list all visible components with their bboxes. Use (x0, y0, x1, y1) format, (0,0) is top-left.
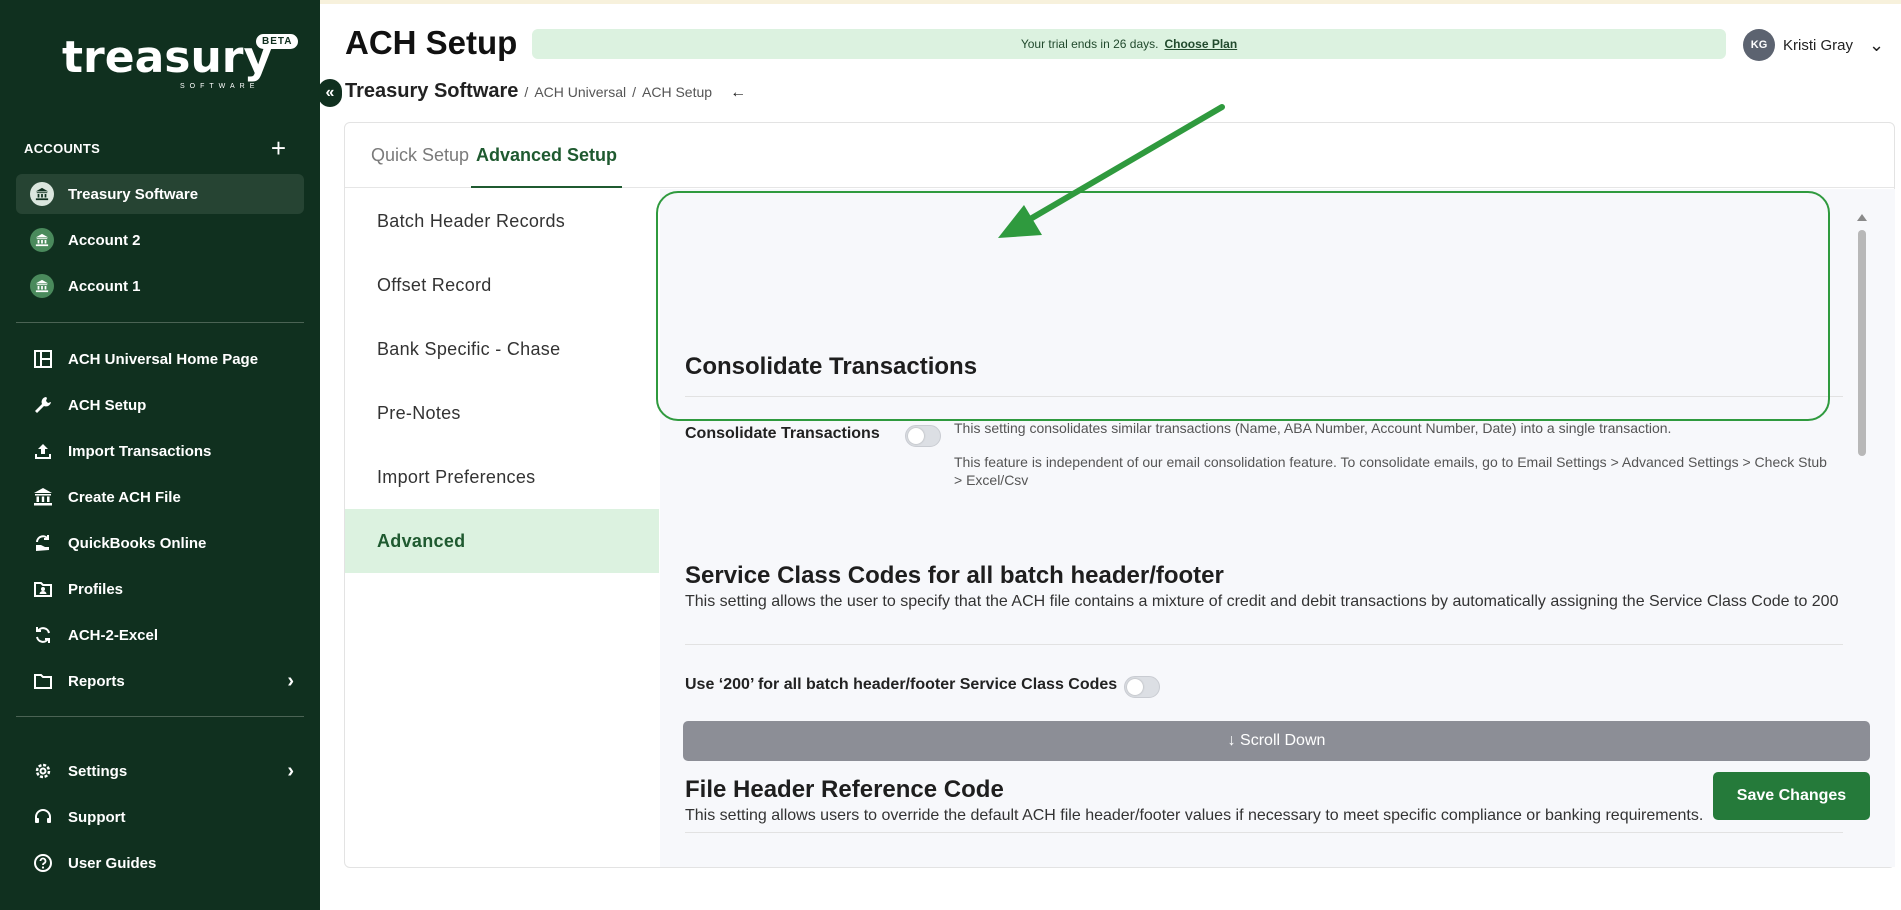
service-class-title: Service Class Codes for all batch header… (685, 562, 1224, 589)
nav-item-support[interactable]: Support (32, 802, 294, 832)
account-label: Account 2 (68, 231, 141, 249)
annotation-arrow-icon (998, 104, 1225, 238)
nav-label: ACH Universal Home Page (68, 350, 259, 368)
advanced-subnav: Batch Header Records Offset Record Bank … (345, 189, 659, 573)
nav-label: Profiles (68, 580, 124, 598)
nav-label: User Guides (68, 854, 157, 872)
subnav-bank-specific-chase[interactable]: Bank Specific - Chase (345, 317, 659, 381)
nav-item-ach-universal-home[interactable]: ACH Universal Home Page (32, 344, 294, 374)
breadcrumb-item-ach-setup[interactable]: ACH Setup (642, 84, 712, 100)
nav-item-ach-2-excel[interactable]: ACH-2-Excel (32, 620, 294, 650)
account-item-account-2[interactable]: Account 2 (16, 220, 304, 260)
headset-icon (32, 806, 54, 828)
choose-plan-link[interactable]: Choose Plan (1164, 37, 1237, 51)
accounts-label: ACCOUNTS (24, 140, 101, 156)
breadcrumb-separator: / (524, 84, 529, 100)
consolidate-toggle[interactable] (905, 425, 941, 447)
logo-subtitle: SOFTWARE (180, 83, 260, 90)
sidebar-divider (16, 716, 304, 717)
treasury-logo[interactable]: treasury SOFTWARE (62, 30, 273, 91)
subnav-batch-header-records[interactable]: Batch Header Records (345, 189, 659, 253)
add-account-button[interactable]: + (271, 135, 286, 161)
account-label: Account 1 (68, 277, 141, 295)
nav-label: Create ACH File (68, 488, 181, 506)
subnav-import-preferences[interactable]: Import Preferences (345, 445, 659, 509)
folder-user-icon (32, 578, 54, 600)
nav-label: ACH Setup (68, 396, 147, 414)
service-class-description: This setting allows the user to specify … (685, 593, 1839, 610)
wrench-icon (32, 394, 54, 416)
nav-item-import-transactions[interactable]: Import Transactions (32, 436, 294, 466)
consolidate-note-1: This setting consolidates similar transa… (954, 420, 1672, 436)
nav-item-quickbooks-online[interactable]: QuickBooks Online (32, 528, 294, 558)
help-icon (32, 852, 54, 874)
nav-label: QuickBooks Online (68, 534, 207, 552)
nav-item-user-guides[interactable]: User Guides (32, 848, 294, 878)
breadcrumb-root[interactable]: Treasury Software (345, 80, 518, 103)
nav-label: ACH-2-Excel (68, 626, 159, 644)
top-accent-line (320, 0, 1901, 4)
bank-icon (30, 182, 54, 206)
nav-label: Import Transactions (68, 442, 212, 460)
chevron-right-icon: › (287, 669, 294, 692)
service-class-toggle[interactable] (1124, 676, 1160, 698)
logo-text: treasury (62, 32, 273, 83)
refresh-icon (32, 624, 54, 646)
nav-item-profiles[interactable]: Profiles (32, 574, 294, 604)
user-name: Kristi Gray (1783, 36, 1854, 54)
highlight-frame (656, 191, 1830, 421)
breadcrumb: Treasury Software / ACH Universal / ACH … (345, 80, 746, 103)
service-class-label: Use ‘200’ for all batch header/footer Se… (685, 676, 1118, 693)
sidebar-divider (16, 322, 304, 323)
trial-text: Your trial ends in 26 days. (1020, 37, 1159, 51)
consolidate-label: Consolidate Transactions (685, 425, 880, 442)
chevron-right-icon: › (287, 759, 294, 782)
breadcrumb-separator: / (632, 84, 637, 100)
account-item-treasury-software[interactable]: Treasury Software (16, 174, 304, 214)
section-divider (685, 832, 1843, 833)
chevron-down-icon: ⌄ (1869, 34, 1885, 55)
tab-advanced-setup[interactable]: Advanced Setup (471, 145, 623, 188)
trial-banner: Your trial ends in 26 days. Choose Plan (532, 29, 1726, 59)
avatar: KG (1743, 29, 1775, 61)
file-header-title: File Header Reference Code (685, 776, 1004, 803)
account-label: Treasury Software (68, 185, 199, 203)
scrollbar-thumb[interactable] (1858, 230, 1866, 456)
save-changes-button[interactable]: Save Changes (1713, 772, 1870, 820)
consolidate-note-2: This feature is independent of our email… (954, 454, 1827, 488)
sync-hand-icon (32, 532, 54, 554)
gear-icon (32, 760, 54, 782)
folder-icon (32, 670, 54, 692)
sidebar: treasury SOFTWARE BETA ACCOUNTS + Treasu… (0, 0, 320, 910)
nav-label: Reports (68, 672, 125, 690)
subnav-pre-notes[interactable]: Pre-Notes (345, 381, 659, 445)
layout-icon (32, 348, 54, 370)
accounts-header: ACCOUNTS + (24, 135, 286, 161)
file-header-description: This setting allows users to override th… (685, 807, 1704, 824)
collapse-sidebar-icon[interactable]: « (318, 79, 342, 107)
breadcrumb-item-ach-universal[interactable]: ACH Universal (534, 84, 626, 100)
subnav-offset-record[interactable]: Offset Record (345, 253, 659, 317)
scroll-down-button[interactable]: ↓ Scroll Down (683, 721, 1870, 761)
account-item-account-1[interactable]: Account 1 (16, 266, 304, 306)
page-title: ACH Setup (345, 24, 518, 61)
nav-item-create-ach-file[interactable]: Create ACH File (32, 482, 294, 512)
nav-item-settings[interactable]: Settings › (32, 756, 294, 786)
nav-item-ach-setup[interactable]: ACH Setup (32, 390, 294, 420)
upload-icon (32, 440, 54, 462)
user-menu[interactable]: KG Kristi Gray ⌄ (1743, 29, 1884, 61)
bank-icon (30, 274, 54, 298)
subnav-advanced[interactable]: Advanced (345, 509, 659, 573)
back-arrow-icon[interactable]: ← (730, 84, 746, 102)
nav-label: Support (68, 808, 126, 826)
nav-label: Settings (68, 762, 128, 780)
tab-quick-setup[interactable]: Quick Setup (371, 145, 469, 188)
scroll-up-icon[interactable] (1857, 214, 1867, 221)
section-divider (685, 644, 1843, 645)
beta-badge: BETA (256, 34, 299, 49)
nav-item-reports[interactable]: Reports › (32, 666, 294, 696)
bank-icon (32, 486, 54, 508)
bank-icon (30, 228, 54, 252)
